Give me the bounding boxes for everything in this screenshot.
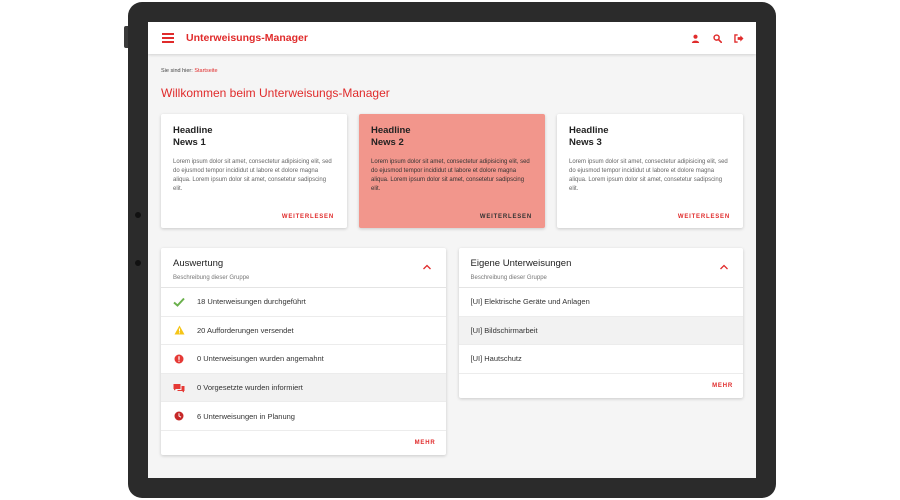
news-card-1[interactable]: Headline News 1 Lorem ipsum dolor sit am… — [161, 114, 347, 228]
list-item-label: 20 Aufforderungen versendet — [197, 325, 294, 335]
panel-title: Auswertung — [173, 258, 224, 269]
read-more-link[interactable]: WEITERLESEN — [282, 214, 334, 220]
panel-header: Auswertung Beschreibung dieser Gruppe — [161, 248, 446, 288]
news-body: Lorem ipsum dolor sit amet, consectetur … — [371, 159, 530, 192]
auswertung-panel: Auswertung Beschreibung dieser Gruppe 18… — [161, 248, 446, 455]
panel-description: Beschreibung dieser Gruppe — [173, 275, 250, 281]
list-item-label: 0 Vorgesetzte wurden informiert — [197, 383, 303, 393]
read-more-link[interactable]: WEITERLESEN — [480, 214, 532, 220]
tablet-button — [124, 26, 128, 48]
list-item[interactable]: 0 Unterweisungen wurden angemahnt — [161, 345, 446, 374]
clock-icon — [173, 411, 185, 421]
list-item[interactable]: 0 Vorgesetzte wurden informiert — [161, 373, 446, 403]
more-button[interactable]: MEHR — [712, 383, 733, 389]
news-card-2[interactable]: Headline News 2 Lorem ipsum dolor sit am… — [359, 114, 545, 228]
tablet-sensor — [135, 260, 141, 266]
list-item-label: 6 Unterweisungen in Planung — [197, 411, 295, 421]
list-item[interactable]: [UI] Elektrische Geräte und Anlagen — [458, 288, 743, 317]
page-title: Willkommen beim Unterweisungs-Manager — [161, 86, 390, 100]
list-item-label: 18 Unterweisungen durchgeführt — [197, 297, 306, 307]
list-item[interactable]: [UI] Bildschirmarbeit — [458, 316, 743, 346]
warning-icon — [173, 325, 185, 335]
list-item[interactable]: 20 Aufforderungen versendet — [161, 317, 446, 346]
news-headline-line1: Headline — [371, 125, 411, 136]
news-headline: Headline News 3 — [569, 125, 731, 149]
chat-icon — [173, 383, 185, 393]
news-headline-line1: Headline — [173, 125, 213, 136]
panel-footer: MEHR — [161, 431, 446, 455]
list-item-label: [UI] Hautschutz — [470, 354, 522, 364]
breadcrumb: Sie sind hier: Startseite — [161, 68, 743, 74]
tablet-sensor — [135, 212, 141, 218]
check-icon — [173, 297, 185, 307]
panel-footer: MEHR — [459, 374, 744, 398]
panel-title: Eigene Unterweisungen — [470, 258, 572, 269]
logout-icon[interactable] — [734, 33, 744, 43]
alert-icon — [173, 354, 185, 364]
panel-header: Eigene Unterweisungen Beschreibung diese… — [458, 248, 743, 288]
chevron-up-icon[interactable] — [719, 258, 729, 270]
eigene-unterweisungen-panel: Eigene Unterweisungen Beschreibung diese… — [458, 248, 744, 398]
main-content: Sie sind hier: Startseite Willkommen bei… — [148, 54, 756, 455]
list-item-label: [UI] Elektrische Geräte und Anlagen — [470, 297, 590, 307]
app-actions — [690, 33, 744, 43]
news-headline-line1: Headline — [569, 125, 609, 136]
more-button[interactable]: MEHR — [415, 440, 436, 446]
app-title: Unterweisungs-Manager — [186, 32, 308, 44]
app-screen: Unterweisungs-Manager Sie sind hier: Sta… — [148, 22, 756, 478]
list-item[interactable]: 6 Unterweisungen in Planung — [161, 402, 446, 431]
news-headline: Headline News 1 — [173, 125, 335, 149]
list-item-label: [UI] Bildschirmarbeit — [470, 325, 538, 335]
user-icon[interactable] — [690, 33, 700, 43]
list-item-label: 0 Unterweisungen wurden angemahnt — [197, 354, 324, 364]
news-headline-line2: News 1 — [173, 137, 206, 148]
news-body: Lorem ipsum dolor sit amet, consectetur … — [569, 159, 728, 192]
panel-row: Auswertung Beschreibung dieser Gruppe 18… — [161, 248, 743, 455]
breadcrumb-prefix: Sie sind hier: — [161, 68, 193, 74]
news-headline: Headline News 2 — [371, 125, 533, 149]
list-item[interactable]: [UI] Hautschutz — [458, 345, 743, 374]
news-body: Lorem ipsum dolor sit amet, consectetur … — [173, 159, 332, 192]
menu-icon[interactable] — [162, 33, 174, 43]
breadcrumb-link-home[interactable]: Startseite — [194, 68, 217, 74]
news-card-3[interactable]: Headline News 3 Lorem ipsum dolor sit am… — [557, 114, 743, 228]
news-list: Headline News 1 Lorem ipsum dolor sit am… — [161, 114, 743, 228]
read-more-link[interactable]: WEITERLESEN — [678, 214, 730, 220]
list-item[interactable]: 18 Unterweisungen durchgeführt — [161, 288, 446, 317]
chevron-up-icon[interactable] — [422, 258, 432, 270]
search-icon[interactable] — [712, 33, 722, 43]
news-headline-line2: News 3 — [569, 137, 602, 148]
news-headline-line2: News 2 — [371, 137, 404, 148]
panel-description: Beschreibung dieser Gruppe — [470, 275, 547, 281]
app-bar: Unterweisungs-Manager — [148, 22, 756, 54]
